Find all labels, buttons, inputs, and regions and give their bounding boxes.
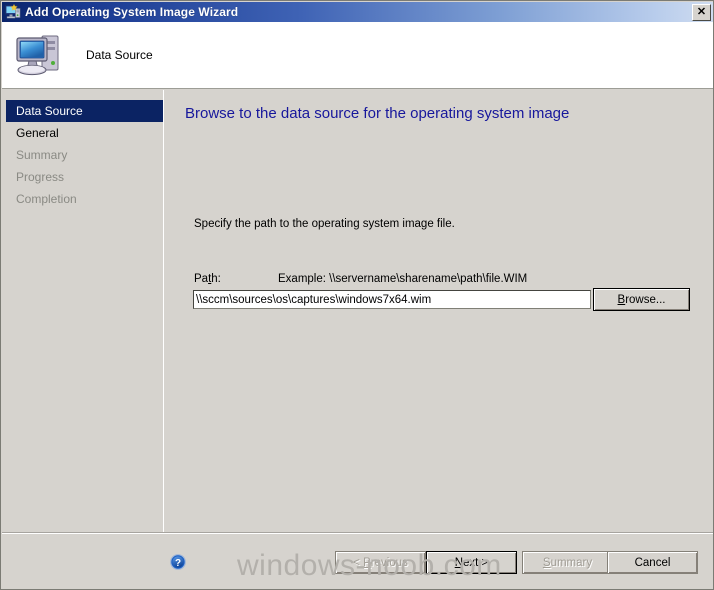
- sidebar-item-completion: Completion: [16, 192, 77, 206]
- help-question-icon[interactable]: ?: [170, 554, 186, 570]
- summary-label-post: ummary: [550, 556, 593, 569]
- next-label-accelerator: N: [454, 556, 464, 569]
- path-example-text: Example: \\servername\sharename\path\fil…: [278, 273, 528, 285]
- summary-label-accelerator: S: [542, 556, 551, 569]
- next-button[interactable]: Next >: [426, 551, 517, 574]
- wizard-header: Data Source: [2, 22, 713, 89]
- path-label: Path:: [194, 273, 221, 285]
- wizard-computer-icon: [5, 4, 21, 20]
- page-title: Data Source: [86, 48, 153, 62]
- wizard-footer: ? < Previous Next > Summary Cancel: [2, 534, 713, 589]
- previous-button: < Previous: [335, 551, 426, 574]
- sidebar-item-general[interactable]: General: [2, 122, 163, 144]
- previous-label-accelerator: P: [363, 556, 371, 569]
- cancel-label-post: Cancel: [634, 556, 671, 569]
- content-heading: Browse to the data source for the operat…: [185, 105, 570, 122]
- previous-label-post: revious: [370, 556, 408, 569]
- next-label-post: ext >: [463, 556, 489, 569]
- cancel-button[interactable]: Cancel: [607, 551, 698, 574]
- sidebar-item-summary: Summary: [16, 148, 68, 162]
- browse-label-post: rowse...: [625, 293, 666, 306]
- wizard-body: Data Source General Summary Progress Com…: [2, 90, 713, 589]
- path-label-pre: Pa: [194, 273, 209, 285]
- wizard-step-list: Data Source General Summary Progress Com…: [2, 90, 164, 589]
- computer-monitor-icon: [12, 30, 68, 80]
- path-label-post: h:: [211, 273, 221, 285]
- instruction-text: Specify the path to the operating system…: [194, 218, 455, 230]
- window-title: Add Operating System Image Wizard: [25, 5, 239, 19]
- sidebar-item-progress: Progress: [16, 170, 65, 184]
- sidebar-item-data-source[interactable]: Data Source: [6, 100, 163, 122]
- title-bar: Add Operating System Image Wizard ✕: [2, 2, 713, 22]
- path-input[interactable]: [193, 290, 591, 309]
- close-icon[interactable]: ✕: [692, 4, 711, 21]
- svg-text:?: ?: [175, 558, 181, 569]
- browse-button[interactable]: Browse...: [593, 288, 690, 311]
- wizard-window: Add Operating System Image Wizard ✕ Data…: [0, 0, 714, 590]
- summary-button: Summary: [522, 551, 613, 574]
- wizard-content-pane: Browse to the data source for the operat…: [168, 90, 713, 589]
- previous-label-pre: <: [353, 556, 364, 569]
